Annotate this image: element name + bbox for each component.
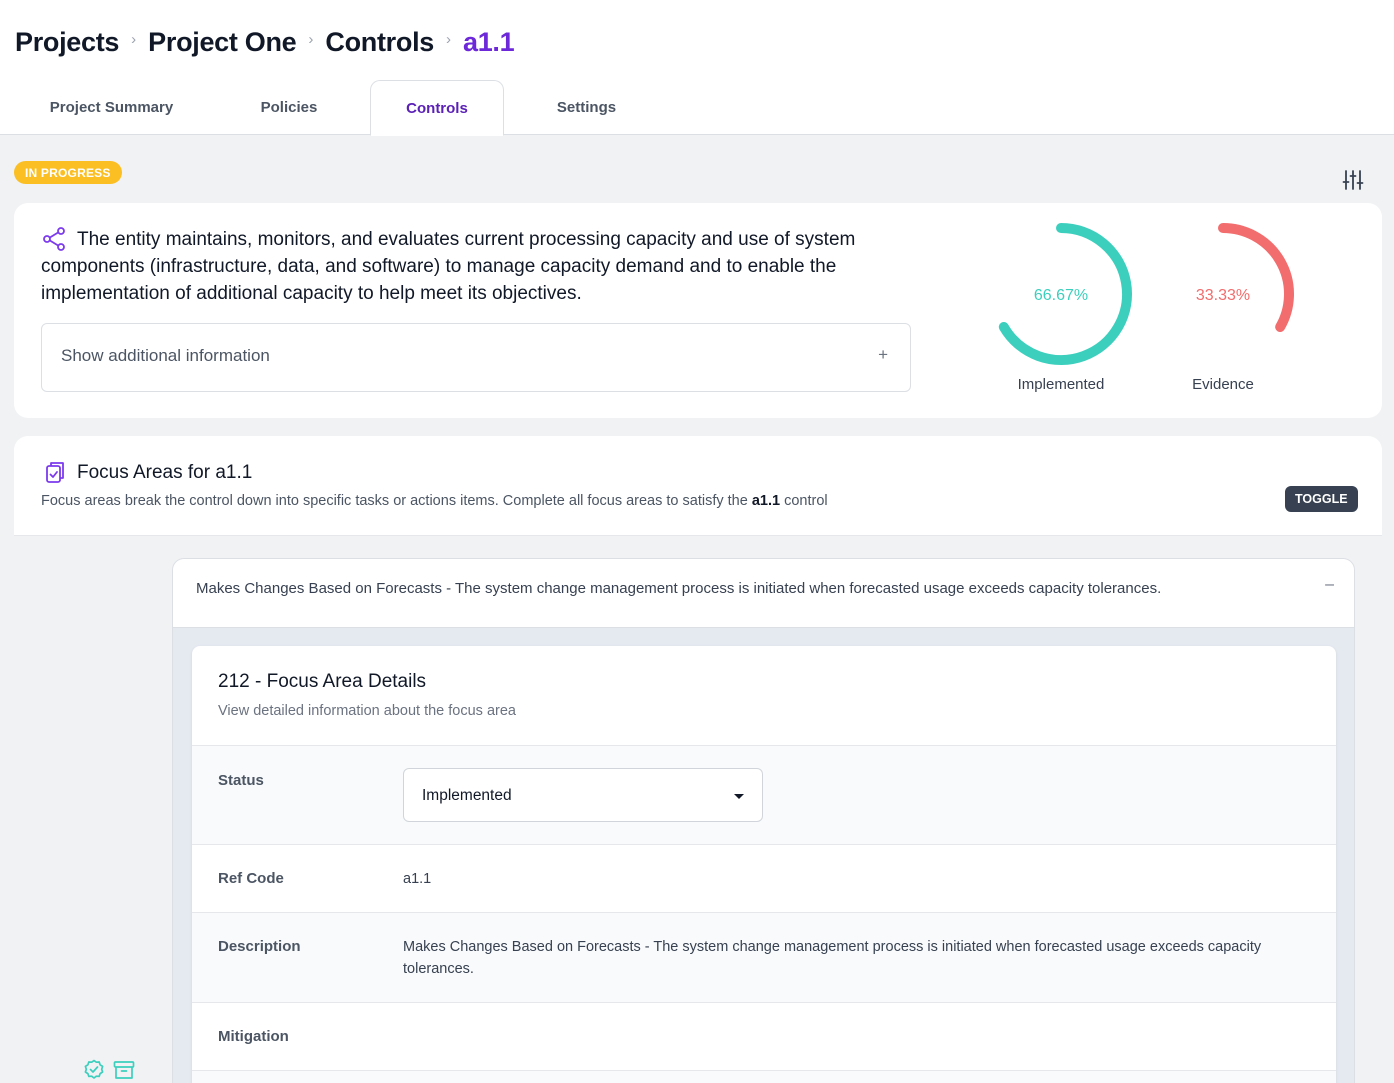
evidence-gauge-arc	[1218, 223, 1294, 332]
evidence-gauge-value: 33.33%	[1195, 287, 1251, 304]
details-subtitle: View detailed information about the focu…	[218, 703, 516, 719]
focus-area-accordion: Makes Changes Based on Forecasts - The s…	[172, 558, 1355, 1083]
collapse-icon[interactable]: –	[1325, 576, 1334, 594]
breadcrumb-controls[interactable]: Controls	[325, 27, 434, 58]
clipboard-check-icon	[43, 460, 67, 484]
focus-areas-description-suffix: control	[780, 493, 828, 509]
page-header: Projects › Project One › Controls › a1.1…	[0, 0, 1394, 136]
check-badge-icon[interactable]	[82, 1058, 106, 1082]
focus-area-accordion-header[interactable]: Makes Changes Based on Forecasts - The s…	[173, 559, 1354, 628]
chevron-right-icon: ›	[131, 30, 137, 48]
focus-areas-header: Focus Areas for a1.1 Focus areas break t…	[14, 436, 1382, 536]
details-title: 212 - Focus Area Details	[218, 671, 427, 692]
tab-controls[interactable]: Controls	[370, 80, 504, 136]
tab-settings[interactable]: Settings	[530, 80, 643, 135]
focus-areas-description-text: Focus areas break the control down into …	[41, 493, 752, 509]
evidence-gauge: 33.33% Evidence	[1148, 219, 1298, 404]
implemented-gauge-value: 66.67%	[1033, 287, 1089, 304]
status-select-value: Implemented	[422, 787, 512, 804]
breadcrumb: Projects › Project One › Controls › a1.1	[15, 24, 515, 60]
focus-area-actions	[82, 1058, 136, 1082]
focus-area-title: Makes Changes Based on Forecasts - The s…	[196, 580, 1162, 597]
chevron-right-icon: ›	[308, 30, 314, 48]
focus-areas-title: Focus Areas for a1.1	[77, 462, 253, 483]
breadcrumb-project[interactable]: Project One	[148, 27, 297, 58]
implemented-gauge: 66.67% Implemented	[986, 219, 1136, 404]
breadcrumb-projects[interactable]: Projects	[15, 27, 119, 58]
show-additional-info-button[interactable]: Show additional information +	[41, 323, 911, 392]
control-summary-card: The entity maintains, monitors, and eval…	[14, 203, 1382, 418]
tab-bar: Project Summary Policies Controls Settin…	[0, 80, 700, 136]
status-select[interactable]: Implemented	[403, 768, 763, 822]
archive-icon[interactable]	[112, 1058, 136, 1082]
focus-areas-card: Focus Areas for a1.1 Focus areas break t…	[14, 436, 1382, 1083]
toggle-button[interactable]: TOGGLE	[1285, 486, 1358, 512]
breadcrumb-current: a1.1	[463, 26, 515, 57]
sliders-icon[interactable]	[1341, 168, 1365, 192]
focus-areas-description: Focus areas break the control down into …	[41, 493, 828, 509]
plus-icon: +	[878, 345, 888, 364]
ref-code-label: Ref Code	[218, 870, 284, 887]
chevron-right-icon: ›	[446, 30, 451, 48]
description-value: Makes Changes Based on Forecasts - The s…	[403, 939, 1262, 977]
additional-info-label: Show additional information	[61, 346, 270, 365]
mitigation-row: Mitigation	[192, 1002, 1336, 1070]
focus-areas-body: Makes Changes Based on Forecasts - The s…	[14, 536, 1382, 1083]
focus-area-details: 212 - Focus Area Details View detailed i…	[192, 646, 1336, 1083]
implemented-gauge-label: Implemented	[1017, 376, 1105, 393]
focus-areas-description-ref: a1.1	[751, 493, 781, 509]
evidence-gauge-label: Evidence	[1192, 376, 1254, 393]
next-row	[192, 1070, 1336, 1083]
status-label: Status	[218, 772, 264, 789]
description-label: Description	[218, 938, 301, 955]
status-row: Status Implemented	[192, 745, 1336, 844]
control-description: The entity maintains, monitors, and eval…	[41, 229, 856, 304]
status-badge: IN PROGRESS	[14, 161, 122, 184]
tab-policies[interactable]: Policies	[230, 80, 348, 135]
description-row: Description Makes Changes Based on Forec…	[192, 912, 1336, 1002]
caret-down-icon	[734, 794, 744, 799]
mitigation-label: Mitigation	[218, 1028, 289, 1045]
tab-project-summary[interactable]: Project Summary	[30, 80, 193, 135]
ref-code-value: a1.1	[403, 871, 432, 887]
ref-code-row: Ref Code a1.1	[192, 844, 1336, 912]
